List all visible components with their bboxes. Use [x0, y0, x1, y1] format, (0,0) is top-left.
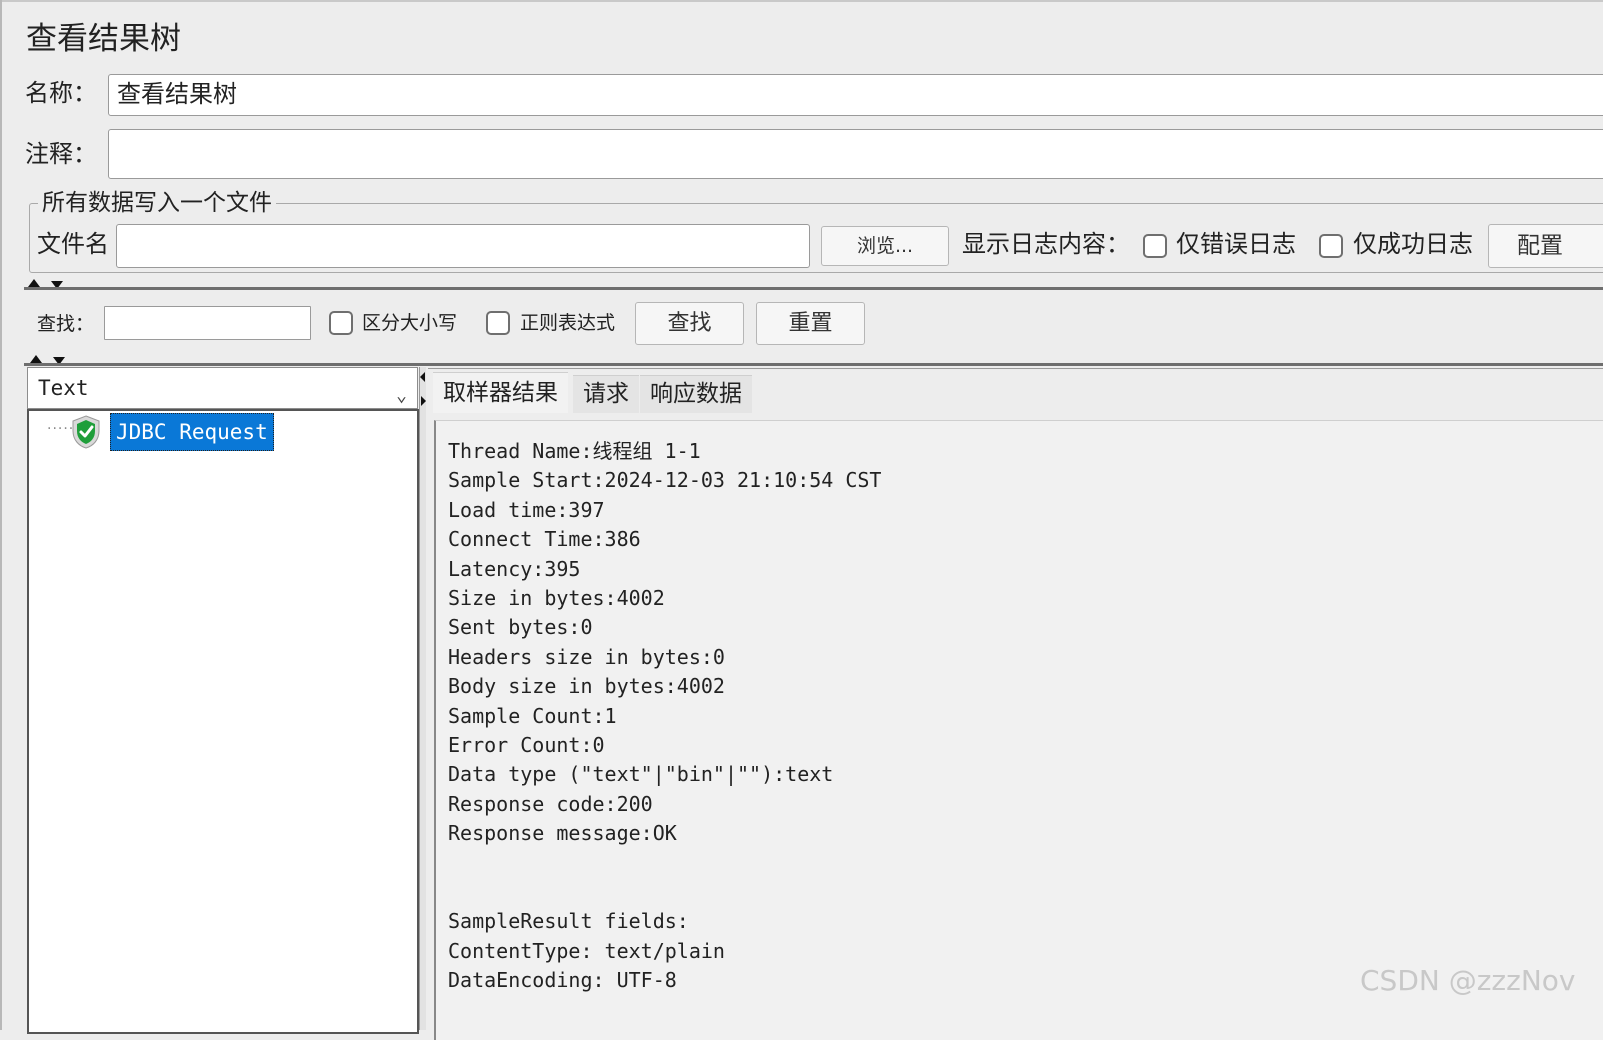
- splitter-left-arrow-icon[interactable]: [420, 372, 425, 382]
- case-sensitive-label: 区分大小写: [362, 312, 458, 334]
- sampler-result-text: Thread Name:线程组 1-1 Sample Start:2024-12…: [434, 420, 1603, 1040]
- errors-only-checkbox[interactable]: [1143, 234, 1167, 258]
- splitter-collapse-up-icon[interactable]: [28, 279, 40, 287]
- configure-button[interactable]: 配置: [1488, 224, 1603, 268]
- find-button[interactable]: 查找: [635, 302, 744, 345]
- result-line: Thread Name:线程组 1-1: [448, 439, 701, 463]
- result-line: Size in bytes:4002: [448, 586, 665, 610]
- tab-strip-top-border: [428, 368, 1603, 369]
- filename-label: 文件名: [37, 230, 109, 258]
- result-line: Error Count:0: [448, 733, 605, 757]
- result-line: Body size in bytes:4002: [448, 674, 725, 699]
- renderer-selected-value: Text: [38, 376, 89, 400]
- search-label: 查找：: [37, 313, 95, 335]
- renderer-select[interactable]: Text ⌄: [27, 367, 418, 409]
- result-line: SampleResult fields:: [448, 909, 689, 934]
- name-field[interactable]: 查看结果树: [108, 74, 1603, 116]
- case-sensitive-checkbox[interactable]: [329, 311, 353, 335]
- watermark: CSDN @zzzNov: [1360, 964, 1576, 997]
- panel-title: 查看结果树: [26, 21, 181, 57]
- result-line: Sent bytes:0: [448, 615, 593, 640]
- result-line: ContentType: text/plain: [448, 938, 725, 963]
- result-line: Response code:200: [448, 791, 653, 816]
- errors-only-label: 仅错误日志: [1176, 230, 1296, 258]
- search-input[interactable]: [104, 306, 311, 340]
- success-only-checkbox[interactable]: [1319, 234, 1343, 258]
- result-line: Sample Count:1: [448, 703, 617, 728]
- comment-field[interactable]: [108, 129, 1603, 179]
- file-output-group-legend: 所有数据写入一个文件: [38, 188, 276, 218]
- results-tree: ····· JDBC Request: [27, 409, 419, 1034]
- browse-button[interactable]: 浏览...: [821, 226, 949, 266]
- reset-button[interactable]: 重置: [756, 302, 865, 345]
- comment-label: 注释：: [25, 140, 97, 168]
- window-left-edge: [0, 0, 2, 1030]
- tab-sampler-result[interactable]: 取样器结果: [433, 372, 568, 413]
- window-top-edge: [0, 0, 1603, 2]
- success-shield-icon: [72, 415, 100, 449]
- regex-label: 正则表达式: [520, 312, 616, 334]
- result-line: Data type ("text"|"bin"|""):text: [448, 762, 834, 787]
- result-line: Connect Time:386: [448, 527, 641, 552]
- splitter2-divider[interactable]: [24, 363, 1603, 366]
- splitter2-collapse-up-icon[interactable]: [30, 355, 42, 363]
- splitter-divider[interactable]: [24, 287, 1603, 290]
- tree-item-jdbc-request[interactable]: JDBC Request: [110, 413, 274, 451]
- log-display-label: 显示日志内容：: [962, 230, 1130, 258]
- result-line: Response message:OK: [448, 821, 677, 846]
- result-line: Latency:395: [448, 556, 581, 581]
- result-line: Headers size in bytes:0: [448, 644, 725, 669]
- result-line: Sample Start:2024-12-03 21:10:54 CST: [448, 468, 882, 493]
- splitter-right-arrow-icon[interactable]: [421, 396, 426, 406]
- vertical-splitter[interactable]: [419, 367, 426, 1030]
- tab-request[interactable]: 请求: [573, 375, 639, 413]
- regex-checkbox[interactable]: [486, 311, 510, 335]
- result-line: Load time:397: [448, 497, 605, 522]
- success-only-label: 仅成功日志: [1353, 230, 1473, 258]
- tab-response-data[interactable]: 响应数据: [640, 375, 752, 413]
- name-label: 名称：: [25, 79, 97, 107]
- result-line: DataEncoding: UTF-8: [448, 968, 677, 993]
- filename-input[interactable]: [116, 224, 810, 268]
